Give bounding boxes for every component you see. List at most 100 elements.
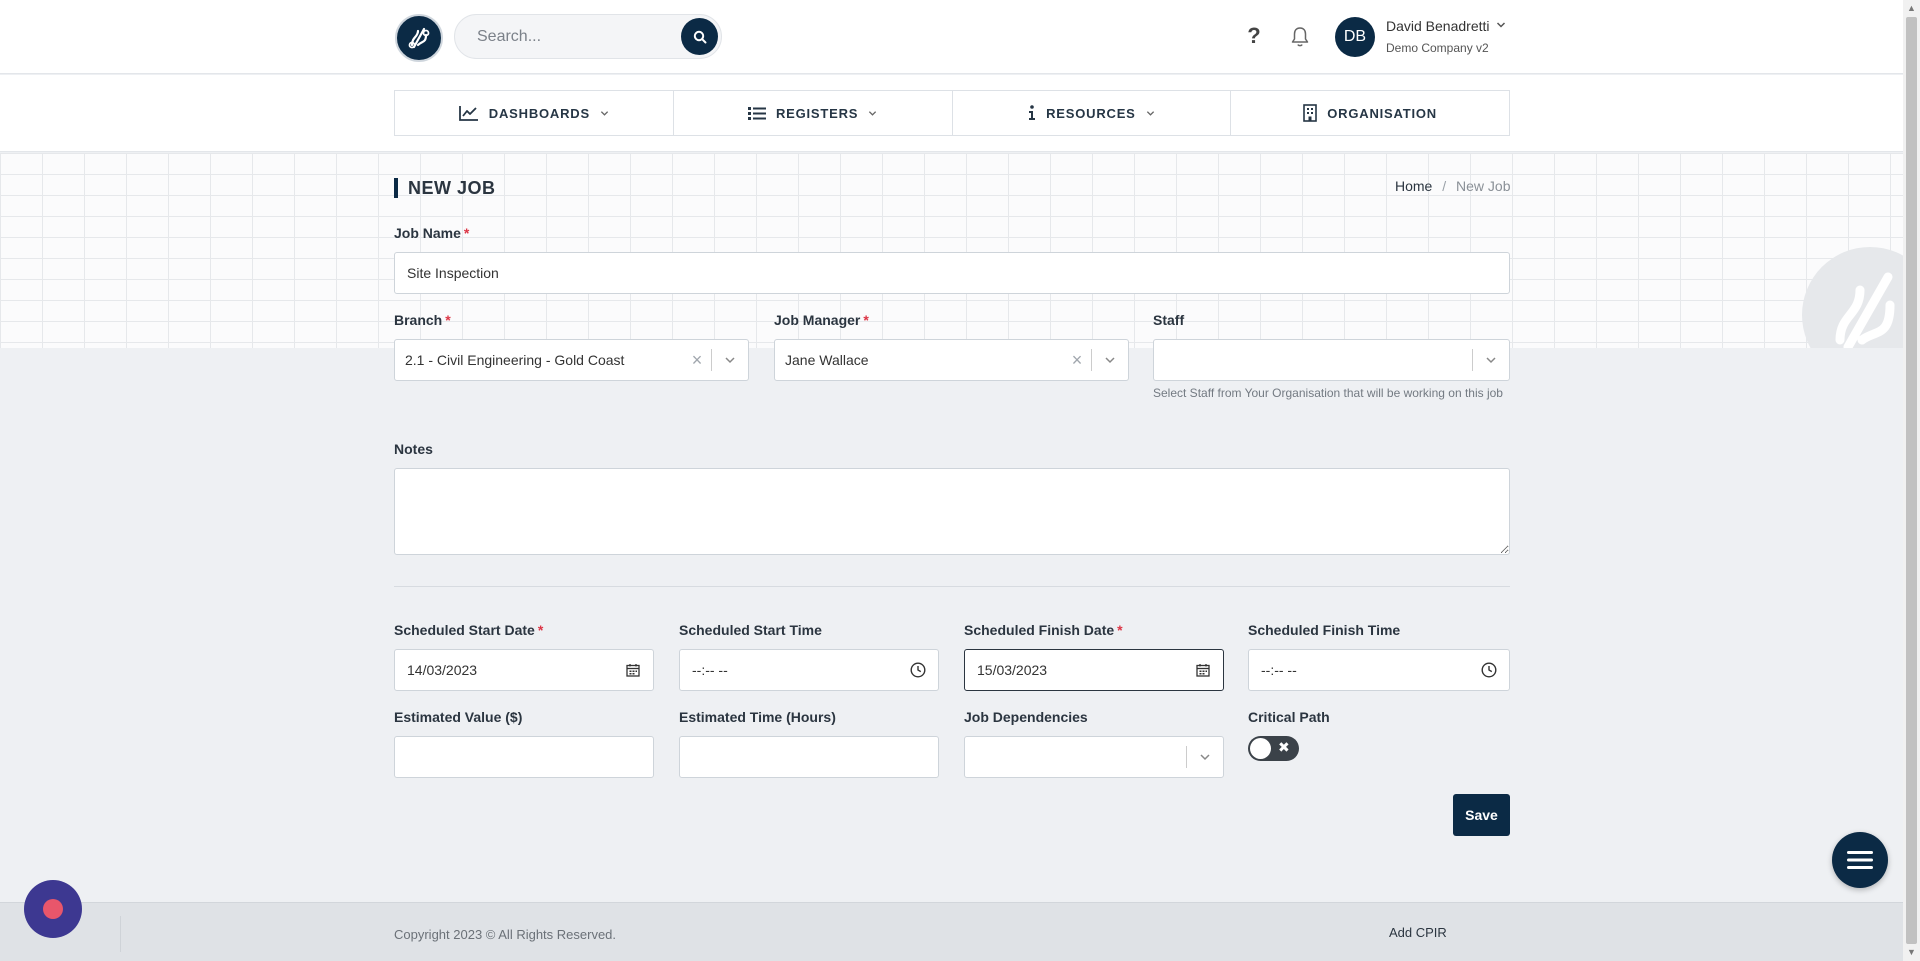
nav-organisation[interactable]: ORGANISATION	[1231, 91, 1509, 135]
breadcrumb: Home / New Job	[1395, 178, 1511, 194]
scroll-up-arrow-icon[interactable]: ▲	[1903, 0, 1920, 17]
user-company: Demo Company v2	[1386, 41, 1489, 55]
staff-chevron-down-icon[interactable]	[1473, 354, 1509, 366]
finish-date-input[interactable]: 15/03/2023	[964, 649, 1224, 691]
hamburger-menu-icon	[1847, 851, 1873, 869]
chat-indicator-icon	[43, 899, 63, 919]
page-scrollbar[interactable]: ▲ ▼	[1903, 0, 1920, 961]
finish-date-label-text: Scheduled Finish Date	[964, 622, 1115, 638]
job-manager-chevron-down-icon[interactable]	[1092, 354, 1128, 366]
footer	[0, 902, 1903, 961]
job-dependencies-select[interactable]	[964, 736, 1224, 778]
scroll-down-arrow-icon[interactable]: ▼	[1903, 944, 1920, 961]
chart-line-icon	[458, 106, 478, 121]
finish-time-value: --:-- --	[1261, 662, 1297, 678]
start-time-value: --:-- --	[692, 662, 728, 678]
finish-time-label: Scheduled Finish Time	[1248, 622, 1401, 638]
clock-icon[interactable]	[898, 662, 938, 678]
toggle-off-icon: ✖	[1278, 739, 1290, 755]
nav-registers-label: REGISTERS	[775, 105, 859, 121]
job-manager-label-text: Job Manager	[774, 312, 861, 328]
breadcrumb-home[interactable]: Home	[1395, 178, 1432, 194]
search-input[interactable]	[477, 15, 667, 58]
job-name-label: Job Name *	[394, 225, 469, 241]
branch-select[interactable]: 2.1 - Civil Engineering - Gold Coast ×	[394, 339, 749, 381]
user-avatar[interactable]: DB	[1335, 17, 1375, 57]
estimated-time-label: Estimated Time (Hours)	[679, 709, 836, 725]
watermark-logo-icon	[1800, 245, 1920, 348]
user-name[interactable]: David Benadretti	[1386, 18, 1490, 34]
search-button[interactable]	[681, 18, 718, 55]
breadcrumb-current: New Job	[1456, 178, 1511, 194]
finish-date-label: Scheduled Finish Date *	[964, 622, 1123, 638]
breadcrumb-separator: /	[1442, 178, 1447, 194]
toggle-knob	[1250, 738, 1271, 759]
scrollbar-thumb[interactable]	[1906, 17, 1917, 944]
chevron-down-icon	[1146, 110, 1154, 116]
start-time-input[interactable]: --:-- --	[679, 649, 939, 691]
job-name-input[interactable]: Site Inspection	[394, 252, 1510, 294]
staff-select[interactable]	[1153, 339, 1510, 381]
logo-icon	[408, 27, 430, 49]
finish-date-value: 15/03/2023	[977, 662, 1048, 678]
building-icon	[1303, 104, 1318, 122]
help-icon[interactable]: ?	[1244, 23, 1264, 51]
nav-dashboards[interactable]: DASHBOARDS	[395, 91, 674, 135]
staff-label: Staff	[1153, 312, 1184, 328]
notification-bell-icon[interactable]	[1290, 26, 1310, 48]
section-divider	[394, 586, 1510, 587]
job-name-label-text: Job Name	[394, 225, 461, 241]
job-manager-select[interactable]: Jane Wallace ×	[774, 339, 1129, 381]
app-logo[interactable]	[395, 14, 443, 62]
required-marker: *	[1117, 622, 1123, 638]
start-time-label: Scheduled Start Time	[679, 622, 822, 638]
floating-menu-button[interactable]	[1832, 832, 1888, 888]
add-cpir-link[interactable]: Add CPIR	[1389, 925, 1447, 940]
start-date-input[interactable]: 14/03/2023	[394, 649, 654, 691]
list-icon	[747, 106, 766, 120]
save-button[interactable]: Save	[1453, 794, 1510, 836]
nav-dashboards-label: DASHBOARDS	[488, 105, 590, 121]
notes-textarea[interactable]	[394, 468, 1510, 555]
nav-resources[interactable]: RESOURCES	[953, 91, 1232, 135]
chat-widget-button[interactable]	[24, 880, 82, 938]
main-nav: DASHBOARDS REGISTERS RESOURCES ORGANISAT…	[394, 90, 1510, 136]
start-date-label-text: Scheduled Start Date	[394, 622, 535, 638]
notes-label: Notes	[394, 441, 433, 457]
finish-time-input[interactable]: --:-- --	[1248, 649, 1510, 691]
footer-divider	[120, 916, 121, 952]
staff-help-text: Select Staff from Your Organisation that…	[1153, 386, 1503, 400]
critical-path-toggle[interactable]: ✖	[1248, 736, 1299, 761]
page-title: NEW JOB	[394, 178, 496, 198]
estimated-value-input[interactable]	[394, 736, 654, 778]
job-manager-clear-icon[interactable]: ×	[1063, 350, 1091, 371]
user-menu-chevron-down-icon[interactable]	[1496, 20, 1506, 33]
chevron-down-icon	[600, 110, 609, 116]
estimated-time-input[interactable]	[679, 736, 939, 778]
brick-background	[0, 153, 1903, 348]
clock-icon[interactable]	[1469, 662, 1509, 678]
calendar-icon[interactable]	[613, 663, 653, 677]
start-date-value: 14/03/2023	[407, 662, 478, 678]
job-dependencies-chevron-down-icon[interactable]	[1187, 751, 1223, 763]
search-icon	[693, 30, 706, 43]
branch-label-text: Branch	[394, 312, 443, 328]
branch-clear-icon[interactable]: ×	[683, 350, 711, 371]
required-marker: *	[863, 312, 869, 328]
copyright-text: Copyright 2023 © All Rights Reserved.	[394, 927, 617, 942]
required-marker: *	[463, 225, 470, 241]
required-marker: *	[537, 622, 544, 638]
branch-value: 2.1 - Civil Engineering - Gold Coast	[405, 352, 625, 368]
staff-label-text: Staff	[1153, 312, 1185, 328]
start-date-label: Scheduled Start Date *	[394, 622, 543, 638]
nav-registers[interactable]: REGISTERS	[674, 91, 953, 135]
branch-label: Branch *	[394, 312, 451, 328]
branch-chevron-down-icon[interactable]	[712, 354, 748, 366]
calendar-icon[interactable]	[1183, 663, 1223, 677]
critical-path-label: Critical Path	[1248, 709, 1330, 725]
chevron-down-icon	[869, 110, 877, 116]
info-icon	[1029, 105, 1036, 120]
nav-organisation-label: ORGANISATION	[1327, 105, 1437, 121]
nav-resources-label: RESOURCES	[1046, 105, 1136, 121]
top-header: ? DB David Benadretti Demo Company v2	[0, 0, 1903, 74]
